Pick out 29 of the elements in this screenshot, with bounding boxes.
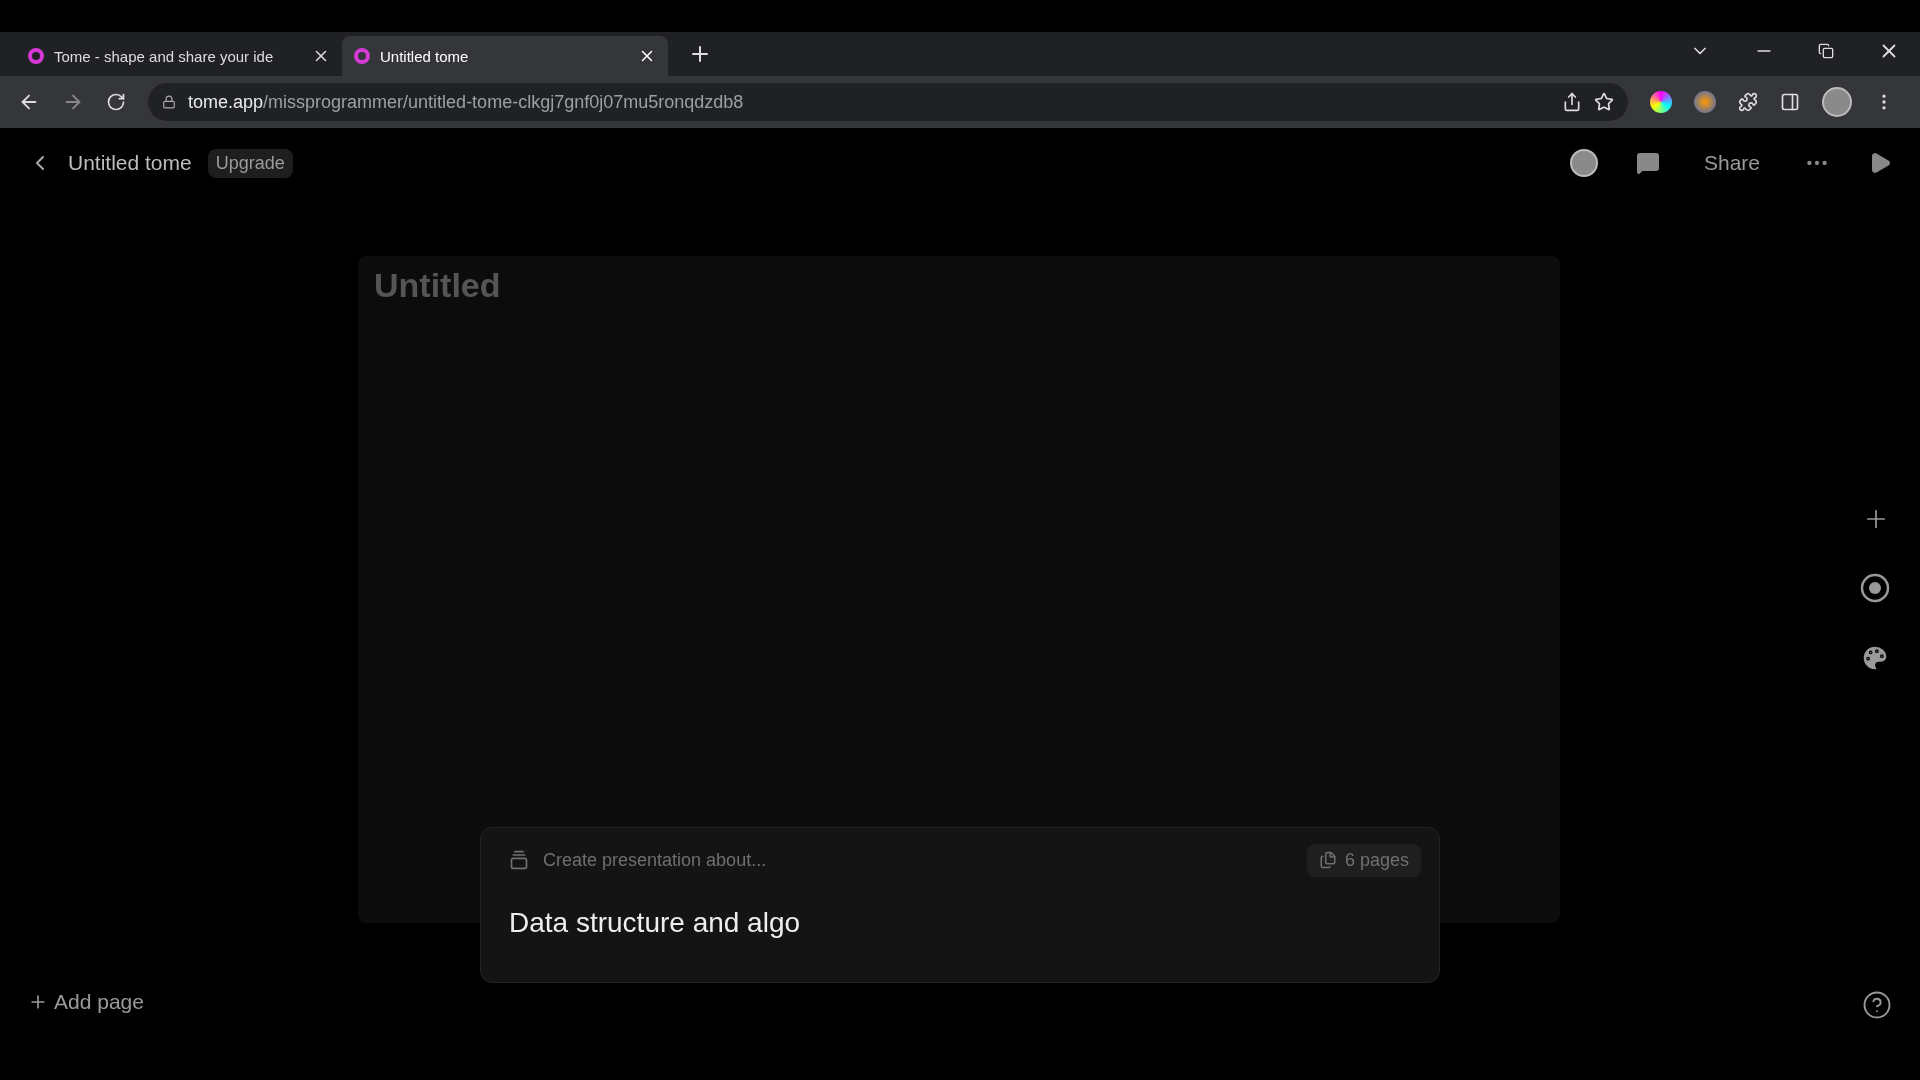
slides-icon [509,850,529,870]
reload-icon[interactable] [106,92,126,112]
side-panel-icon[interactable] [1780,92,1800,112]
comment-icon[interactable] [1635,151,1660,175]
address-bar[interactable]: tome.app/missprogrammer/untitled-tome-clkgj7gnf0j07mu5ronqdzdb8 [148,83,1628,121]
lock-icon [162,95,176,109]
user-avatar[interactable] [1569,149,1598,177]
tab-favicon-icon [28,48,44,64]
extension-icon[interactable] [1694,91,1716,113]
prompt-label: Create presentation about... [543,849,767,871]
extension-icon[interactable] [1650,91,1672,113]
profile-avatar[interactable] [1822,87,1852,117]
star-icon[interactable] [1594,92,1614,112]
tab-favicon-icon [354,48,370,64]
puzzle-icon[interactable] [1738,92,1758,112]
page-title: Untitled [374,265,502,305]
add-page-button[interactable]: Add page [28,990,144,1014]
pages-icon [1318,851,1337,869]
document-title: Untitled tome [68,151,192,175]
upgrade-button[interactable]: Upgrade [207,148,293,178]
share-icon[interactable] [1562,92,1582,112]
restore-icon[interactable] [1818,43,1834,59]
browser-tab[interactable]: Tome - shape and share your ide [16,36,342,76]
prompt-input[interactable]: Data structure and algo [509,906,1309,939]
record-icon[interactable] [1860,573,1890,603]
share-button[interactable]: Share [1697,150,1766,176]
browser-tab[interactable]: Untitled tome [342,36,668,76]
help-icon[interactable] [1862,990,1892,1020]
palette-icon[interactable] [1860,643,1890,673]
